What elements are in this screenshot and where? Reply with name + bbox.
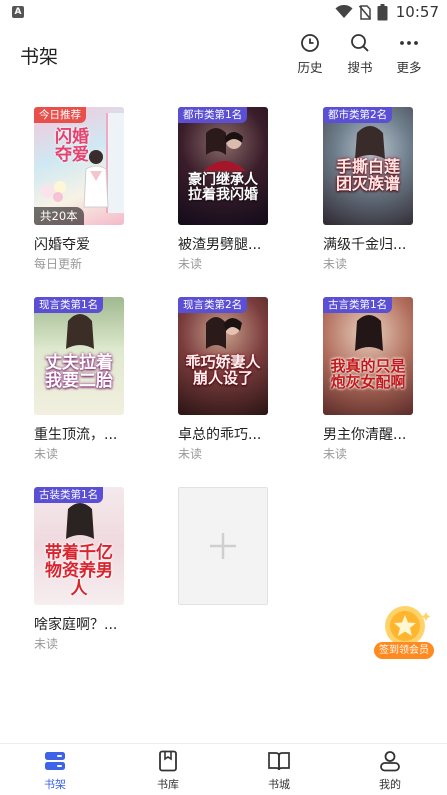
book-cover[interactable]: 豪门继承人 拉着我闪婚 都市类第1名 bbox=[178, 107, 268, 225]
book-status: 未读 bbox=[34, 447, 59, 461]
history-button[interactable]: 历史 bbox=[288, 32, 332, 76]
more-button[interactable]: 更多 bbox=[387, 32, 431, 76]
nav-bookstore-label: 书城 bbox=[268, 778, 290, 791]
book-title: 男主你清醒... bbox=[323, 427, 407, 443]
cover-figure-illustration bbox=[83, 150, 109, 208]
book-cover[interactable]: 乖巧娇妻人 崩人设了 现言类第2名 bbox=[178, 297, 268, 415]
cover-figure-illustration bbox=[66, 314, 94, 349]
book-status: 未读 bbox=[178, 447, 203, 461]
book-cover[interactable]: 带着千亿 物资养男人 古装类第1名 bbox=[34, 487, 124, 605]
ranking-badge: 古言类第1名 bbox=[323, 297, 393, 313]
ranking-badge: 现言类第2名 bbox=[178, 297, 248, 313]
ranking-badge: 现言类第1名 bbox=[34, 297, 104, 313]
book-title: 啥家庭啊？... bbox=[34, 617, 118, 633]
nav-bookshelf[interactable]: 书架 bbox=[25, 750, 85, 792]
book-title: 重生顶流，... bbox=[34, 427, 118, 443]
book-status: 未读 bbox=[34, 637, 59, 651]
cover-title-art: 乖巧娇妻人 崩人设了 bbox=[185, 353, 261, 387]
cover-title-art: 手撕白莲 团灭族谱 bbox=[335, 157, 400, 193]
book-status: 每日更新 bbox=[34, 257, 83, 271]
no-sim-icon bbox=[358, 4, 371, 20]
chapter-count-badge: 共20本 bbox=[34, 207, 84, 225]
nav-bookstore[interactable]: 书城 bbox=[249, 750, 309, 792]
cover-figure-illustration bbox=[355, 315, 383, 351]
search-icon bbox=[351, 34, 369, 52]
status-bar: A 10:57 bbox=[0, 0, 447, 26]
library-icon bbox=[159, 750, 177, 772]
nav-library[interactable]: 书库 bbox=[138, 750, 198, 792]
checkin-vip-label: 签到领会员 bbox=[374, 642, 434, 659]
bookstore-icon bbox=[268, 752, 290, 771]
book-title: 被渣男劈腿... bbox=[178, 237, 262, 253]
book-cover[interactable]: 闪婚夺爱 今日推荐 共20本 bbox=[34, 107, 124, 225]
cover-title-art: 豪门继承人 拉着我闪婚 bbox=[188, 172, 258, 203]
cover-couple-illustration bbox=[204, 128, 246, 171]
book-status: 未读 bbox=[323, 257, 348, 271]
nav-library-label: 书库 bbox=[157, 778, 179, 791]
app-notification-icon: A bbox=[12, 6, 24, 18]
book-title: 满级千金归... bbox=[323, 237, 407, 253]
more-label: 更多 bbox=[396, 60, 422, 75]
status-time: 10:57 bbox=[395, 3, 439, 21]
profile-icon bbox=[380, 751, 400, 772]
nav-bookshelf-label: 书架 bbox=[44, 778, 66, 791]
cover-title-art: 我真的只是 炮灰女配啊 bbox=[330, 357, 406, 391]
book-title: 闪婚夺爱 bbox=[34, 237, 90, 253]
history-label: 历史 bbox=[297, 60, 323, 75]
nav-profile-label: 我的 bbox=[379, 778, 401, 791]
more-dots-icon bbox=[400, 41, 418, 45]
bookshelf-icon bbox=[45, 752, 65, 770]
ranking-badge: 都市类第2名 bbox=[323, 107, 393, 123]
book-cover[interactable]: 手撕白莲 团灭族谱 都市类第2名 bbox=[323, 107, 413, 225]
cover-flower-illustration bbox=[41, 181, 66, 202]
search-label: 搜书 bbox=[347, 60, 373, 75]
plus-icon bbox=[210, 533, 236, 559]
cover-title-art: 丈夫拉着 我要二胎 bbox=[45, 353, 113, 391]
bottom-navigation: 书架 书库 书城 我的 bbox=[0, 743, 447, 795]
battery-icon bbox=[377, 3, 388, 20]
cover-figure-illustration bbox=[66, 503, 94, 539]
add-book-tile[interactable] bbox=[178, 487, 268, 605]
wifi-icon bbox=[335, 5, 353, 18]
history-clock-icon bbox=[301, 34, 319, 52]
nav-profile[interactable]: 我的 bbox=[360, 750, 420, 792]
top-bar: 书架 历史 搜书 更多 bbox=[0, 26, 447, 82]
ranking-badge: 都市类第1名 bbox=[178, 107, 248, 123]
book-title: 卓总的乖巧... bbox=[178, 427, 262, 443]
cover-couple-illustration bbox=[206, 317, 242, 349]
book-status: 未读 bbox=[178, 257, 203, 271]
checkin-vip-promo[interactable]: 签到领会员 bbox=[374, 604, 434, 660]
book-cover[interactable]: 我真的只是 炮灰女配啊 古言类第1名 bbox=[323, 297, 413, 415]
search-books-button[interactable]: 搜书 bbox=[338, 32, 382, 76]
book-status: 未读 bbox=[323, 447, 348, 461]
book-cover[interactable]: 丈夫拉着 我要二胎 现言类第1名 bbox=[34, 297, 124, 415]
cover-title-art: 带着千亿 物资养男人 bbox=[45, 543, 113, 599]
page-title: 书架 bbox=[20, 46, 59, 68]
ranking-badge: 古装类第1名 bbox=[34, 487, 104, 503]
recommend-badge: 今日推荐 bbox=[34, 107, 86, 123]
